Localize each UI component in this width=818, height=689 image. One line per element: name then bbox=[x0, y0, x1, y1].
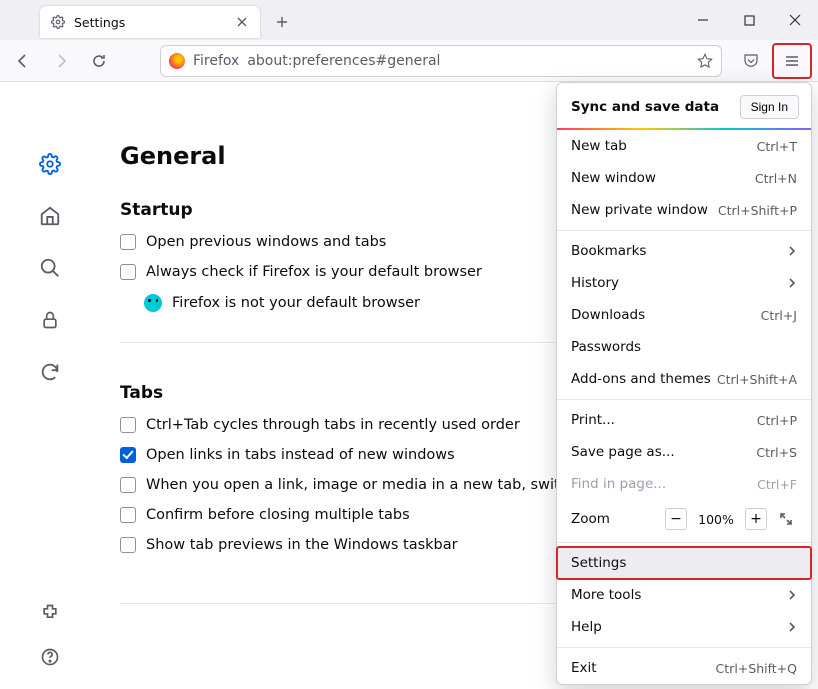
app-menu-highlight bbox=[772, 43, 812, 79]
menu-new-private-window[interactable]: New private windowCtrl+Shift+P bbox=[557, 194, 811, 226]
zoom-label: Zoom bbox=[571, 511, 657, 527]
gear-icon bbox=[50, 14, 66, 30]
identity-label: Firefox bbox=[193, 53, 239, 69]
menu-passwords[interactable]: Passwords bbox=[557, 331, 811, 363]
app-menu-button[interactable] bbox=[775, 46, 809, 76]
back-button[interactable] bbox=[6, 46, 40, 76]
checkbox[interactable] bbox=[120, 447, 136, 463]
zoom-in-button[interactable]: + bbox=[745, 508, 767, 530]
menu-new-window[interactable]: New windowCtrl+N bbox=[557, 162, 811, 194]
menu-bookmarks[interactable]: Bookmarks bbox=[557, 235, 811, 267]
sad-face-icon bbox=[144, 294, 162, 312]
address-bar[interactable]: Firefox about:preferences#general bbox=[160, 45, 722, 77]
zoom-out-button[interactable]: − bbox=[665, 508, 687, 530]
app-menu: Sync and save data Sign In New tabCtrl+T… bbox=[556, 82, 812, 685]
menu-zoom: Zoom − 100% + bbox=[557, 500, 811, 538]
label: Always check if Firefox is your default … bbox=[146, 264, 482, 280]
new-tab-button[interactable] bbox=[268, 8, 296, 36]
sidebar-general[interactable] bbox=[38, 152, 62, 176]
menu-find[interactable]: Find in page...Ctrl+F bbox=[557, 468, 811, 500]
sidebar-sync[interactable] bbox=[38, 360, 62, 384]
firefox-icon bbox=[169, 53, 185, 69]
chevron-right-icon bbox=[787, 622, 797, 632]
tab-title: Settings bbox=[74, 15, 234, 30]
checkbox[interactable] bbox=[120, 477, 136, 493]
zoom-value: 100% bbox=[695, 512, 737, 527]
label: Confirm before closing multiple tabs bbox=[146, 507, 410, 523]
chevron-right-icon bbox=[787, 278, 797, 288]
window-controls bbox=[680, 0, 818, 40]
label: Show tab previews in the Windows taskbar bbox=[146, 537, 458, 553]
sidebar-help[interactable] bbox=[38, 645, 62, 669]
menu-exit[interactable]: ExitCtrl+Shift+Q bbox=[557, 652, 811, 684]
star-icon[interactable] bbox=[697, 53, 713, 69]
close-window-button[interactable] bbox=[772, 0, 818, 40]
url-text: about:preferences#general bbox=[247, 53, 440, 69]
chevron-right-icon bbox=[787, 590, 797, 600]
menu-settings[interactable]: Settings bbox=[557, 547, 811, 579]
menu-history[interactable]: History bbox=[557, 267, 811, 299]
sync-label: Sync and save data bbox=[571, 99, 719, 115]
label: Open links in tabs instead of new window… bbox=[146, 447, 455, 463]
sign-in-button[interactable]: Sign In bbox=[740, 95, 799, 119]
sidebar-home[interactable] bbox=[38, 204, 62, 228]
forward-button[interactable] bbox=[44, 46, 78, 76]
checkbox[interactable] bbox=[120, 234, 136, 250]
titlebar: Settings bbox=[0, 0, 818, 40]
sidebar-search[interactable] bbox=[38, 256, 62, 280]
chevron-right-icon bbox=[787, 246, 797, 256]
checkbox[interactable] bbox=[120, 417, 136, 433]
menu-save-as[interactable]: Save page as...Ctrl+S bbox=[557, 436, 811, 468]
menu-new-tab[interactable]: New tabCtrl+T bbox=[557, 130, 811, 162]
menu-downloads[interactable]: DownloadsCtrl+J bbox=[557, 299, 811, 331]
menu-sync-header: Sync and save data Sign In bbox=[557, 83, 811, 130]
fullscreen-button[interactable] bbox=[775, 508, 797, 530]
label: Open previous windows and tabs bbox=[146, 234, 386, 250]
label: Ctrl+Tab cycles through tabs in recently… bbox=[146, 417, 520, 433]
menu-help[interactable]: Help bbox=[557, 611, 811, 643]
settings-sidebar bbox=[0, 82, 100, 689]
pocket-button[interactable] bbox=[734, 46, 768, 76]
menu-addons[interactable]: Add-ons and themesCtrl+Shift+A bbox=[557, 363, 811, 395]
status-text: Firefox is not your default browser bbox=[172, 295, 420, 311]
sidebar-extensions[interactable] bbox=[38, 601, 62, 625]
menu-more-tools[interactable]: More tools bbox=[557, 579, 811, 611]
checkbox[interactable] bbox=[120, 537, 136, 553]
browser-tab[interactable]: Settings bbox=[40, 6, 260, 38]
minimize-button[interactable] bbox=[680, 0, 726, 40]
menu-print[interactable]: Print...Ctrl+P bbox=[557, 404, 811, 436]
label: When you open a link, image or media in … bbox=[146, 477, 587, 493]
checkbox[interactable] bbox=[120, 264, 136, 280]
maximize-button[interactable] bbox=[726, 0, 772, 40]
checkbox[interactable] bbox=[120, 507, 136, 523]
reload-button[interactable] bbox=[82, 46, 116, 76]
nav-toolbar: Firefox about:preferences#general bbox=[0, 40, 818, 82]
tab-close-button[interactable] bbox=[234, 14, 250, 30]
sidebar-privacy[interactable] bbox=[38, 308, 62, 332]
